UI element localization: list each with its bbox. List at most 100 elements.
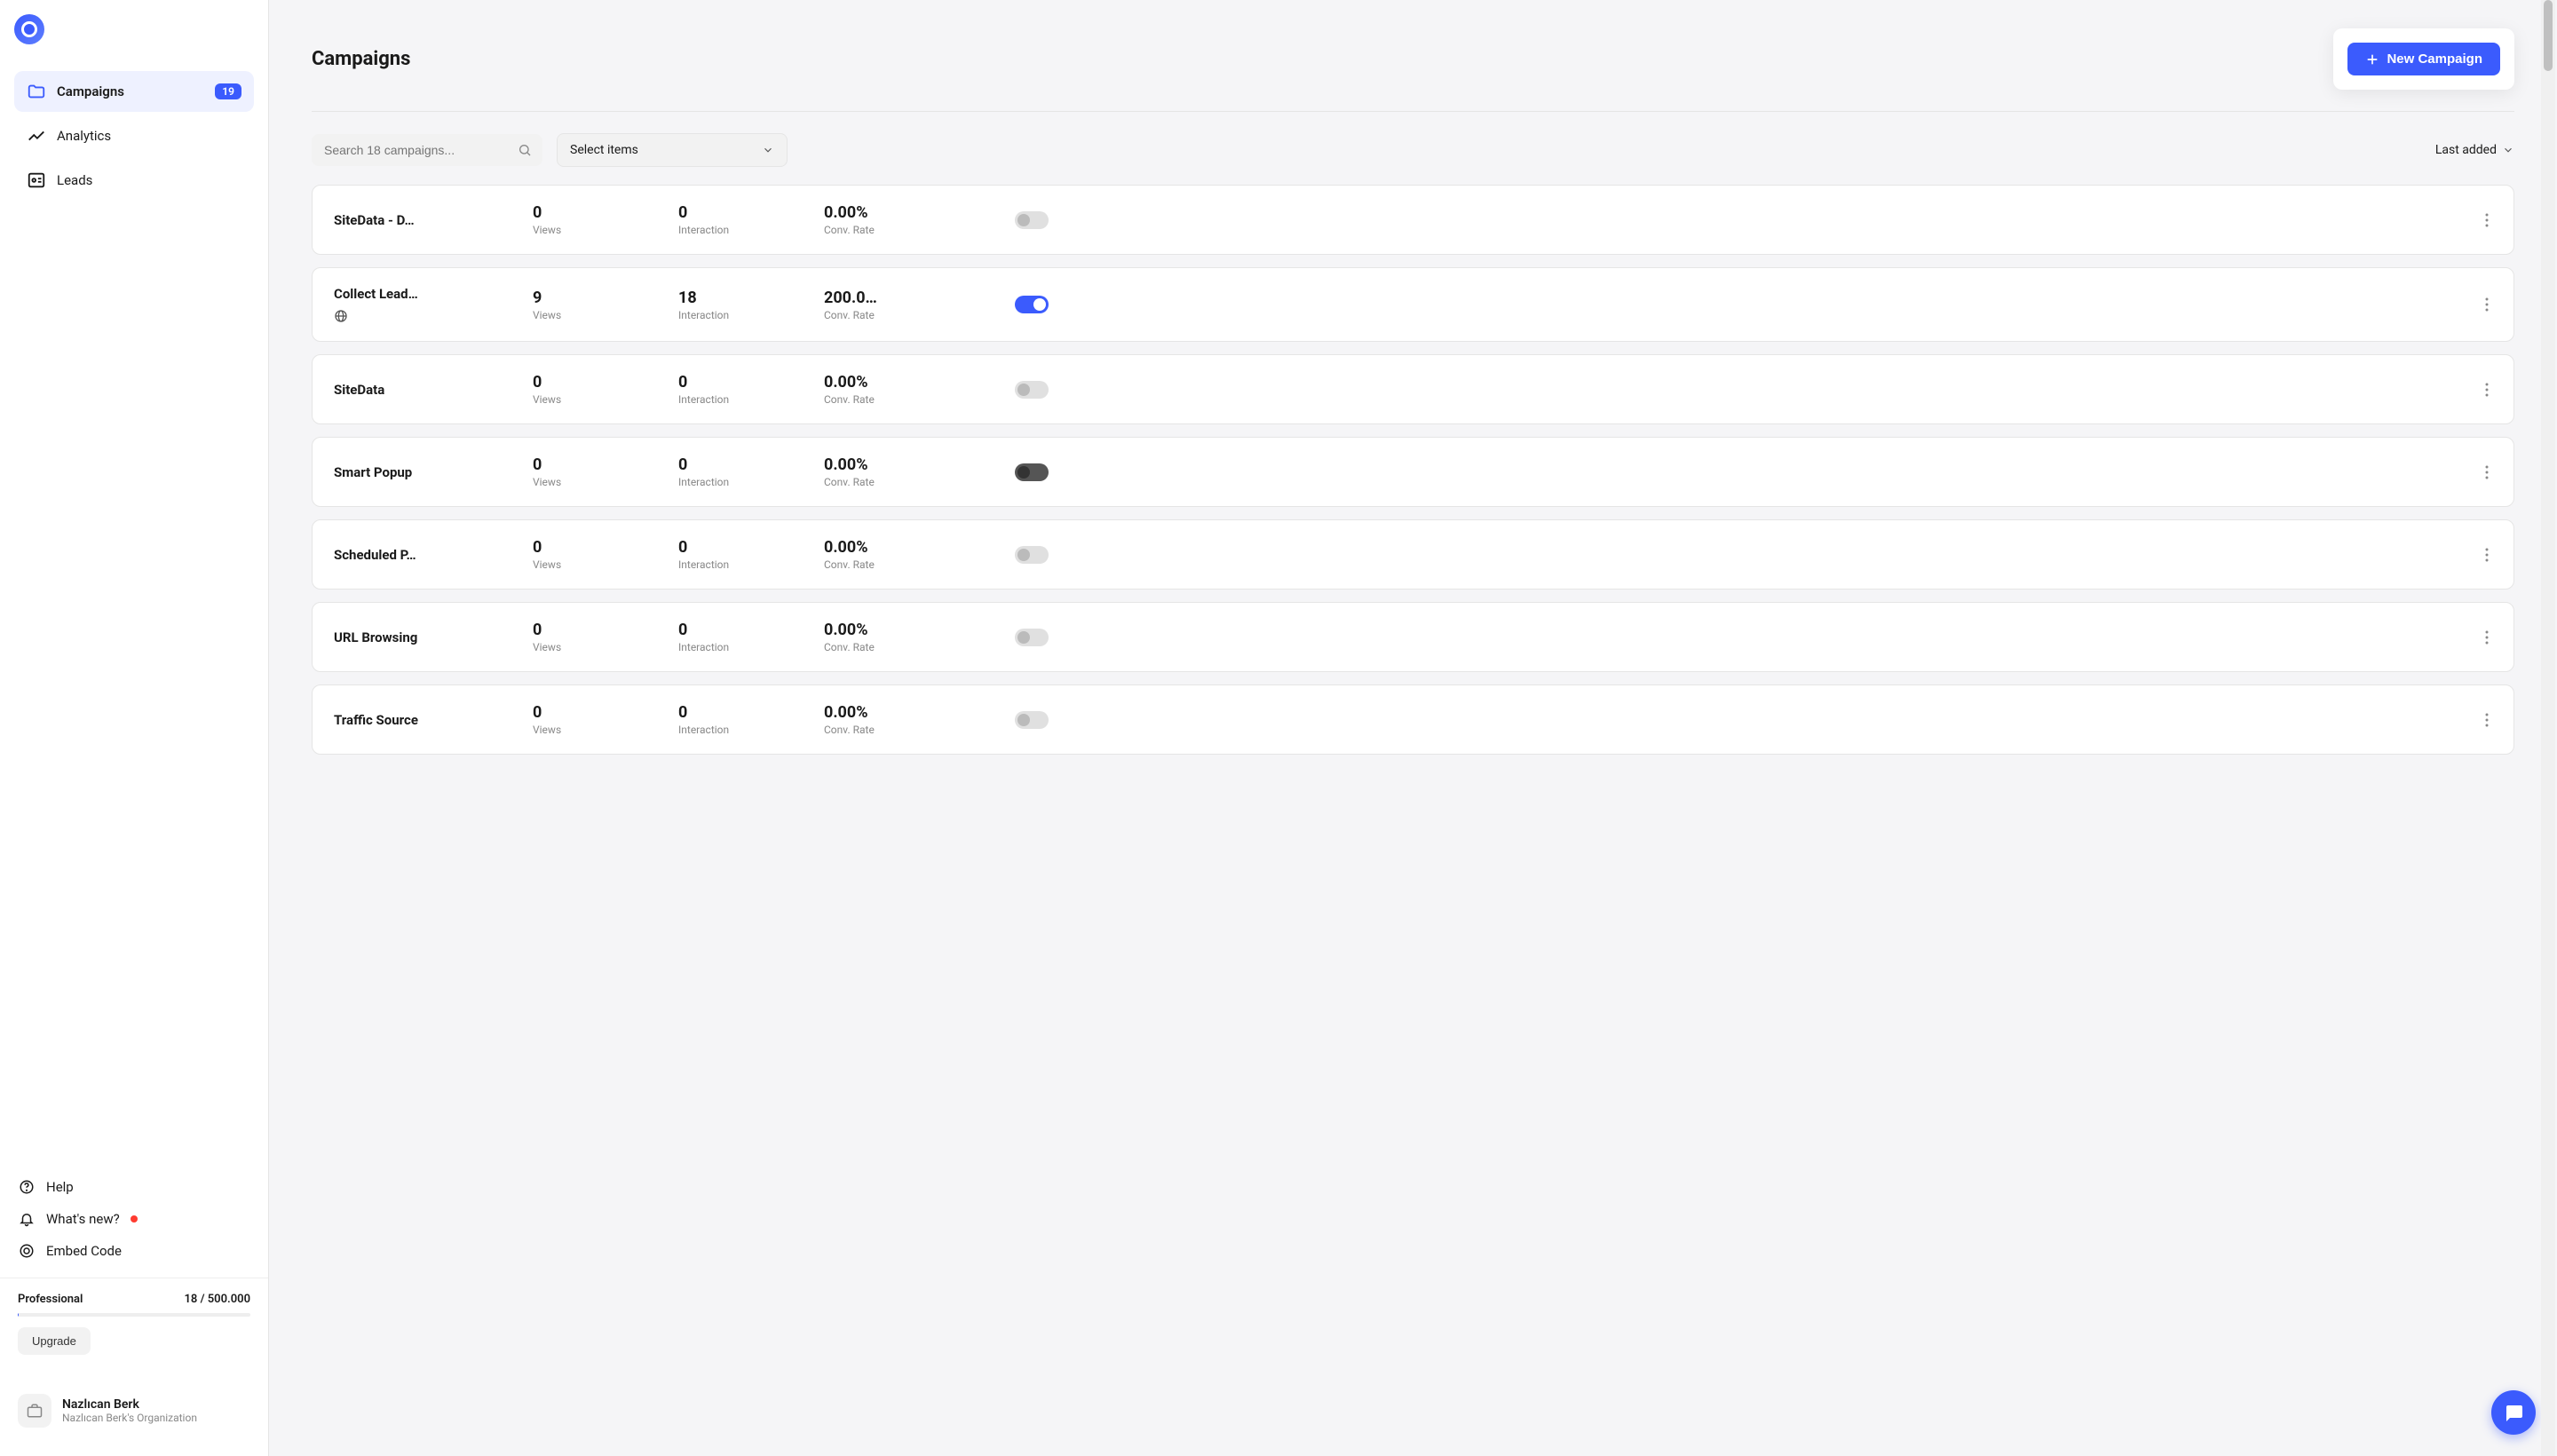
convrate-label: Conv. Rate [824,393,948,406]
campaign-toggle[interactable] [1015,546,1049,564]
campaign-toggle[interactable] [1015,629,1049,646]
campaign-row[interactable]: URL Browsing 0 Views 0 Interaction 0.00%… [312,602,2514,672]
stat-convrate: 0.00% Conv. Rate [824,203,948,236]
logo[interactable] [14,14,44,44]
campaign-toggle[interactable] [1015,211,1049,229]
scrollbar[interactable] [2541,0,2555,1456]
stat-convrate: 0.00% Conv. Rate [824,455,948,488]
views-label: Views [533,476,657,488]
target-icon [18,1242,36,1260]
more-actions-button[interactable] [2482,462,2492,483]
convrate-label: Conv. Rate [824,558,948,571]
search-wrap [312,134,542,166]
stat-convrate: 0.00% Conv. Rate [824,703,948,736]
campaign-toggle[interactable] [1015,381,1049,399]
nav-label: Leads [57,172,241,188]
scrollbar-thumb[interactable] [2544,0,2553,71]
more-actions-button[interactable] [2482,709,2492,731]
chat-fab[interactable] [2491,1390,2536,1435]
campaign-row[interactable]: Traffic Source 0 Views 0 Interaction 0.0… [312,684,2514,755]
sort-dropdown[interactable]: Last added [2435,143,2514,157]
campaign-toggle[interactable] [1015,296,1049,313]
nav-label: Analytics [57,128,241,144]
leads-icon [27,170,46,190]
search-input[interactable] [312,134,542,166]
app-root: Campaigns 19 Analytics Leads Help What's… [0,0,2557,1456]
campaign-row[interactable]: SiteData - D… 0 Views 0 Interaction 0.00… [312,185,2514,255]
upgrade-button[interactable]: Upgrade [18,1327,91,1355]
sidebar-item-analytics[interactable]: Analytics [14,115,254,156]
more-actions-button[interactable] [2482,294,2492,315]
stat-interaction: 0 Interaction [678,455,803,488]
campaign-toggle[interactable] [1015,463,1049,481]
notification-dot [131,1215,138,1223]
interaction-value: 0 [678,621,803,639]
bottom-label: Help [46,1179,74,1195]
select-items-dropdown[interactable]: Select items [557,133,788,167]
campaign-name: Scheduled P… [334,547,511,563]
campaign-row[interactable]: Collect Lead… 9 Views 18 Interaction 200… [312,267,2514,342]
campaign-name-col: SiteData [334,382,511,398]
bottom-item-what-s-new-[interactable]: What's new? [18,1203,250,1235]
toggle-col [970,546,1094,564]
more-actions-button[interactable] [2482,544,2492,566]
campaign-row[interactable]: Smart Popup 0 Views 0 Interaction 0.00% … [312,437,2514,507]
sidebar-item-leads[interactable]: Leads [14,160,254,201]
interaction-value: 0 [678,203,803,222]
convrate-label: Conv. Rate [824,641,948,653]
campaign-name-col: Collect Lead… [334,286,511,323]
convrate-value: 0.00% [824,455,948,474]
toggle-knob [1017,384,1030,396]
interaction-label: Interaction [678,224,803,236]
stat-convrate: 200.0… Conv. Rate [824,289,948,321]
new-campaign-button[interactable]: New Campaign [2347,43,2500,75]
dots-vertical-icon [2485,548,2489,562]
views-value: 0 [533,621,657,639]
campaign-name: Collect Lead… [334,286,511,302]
actions-col [2482,544,2492,566]
stat-views: 0 Views [533,373,657,406]
actions-col [2482,627,2492,648]
convrate-label: Conv. Rate [824,309,948,321]
views-label: Views [533,393,657,406]
sidebar-item-campaigns[interactable]: Campaigns 19 [14,71,254,112]
campaign-name-col: URL Browsing [334,629,511,645]
profile-section[interactable]: Nazlıcan Berk Nazlıcan Berk's Organizati… [0,1380,268,1442]
stat-interaction: 0 Interaction [678,703,803,736]
more-actions-button[interactable] [2482,210,2492,231]
dots-vertical-icon [2485,297,2489,312]
dots-vertical-icon [2485,213,2489,227]
help-icon [18,1178,36,1196]
chart-icon [27,126,46,146]
views-value: 0 [533,203,657,222]
nav-label: Campaigns [57,83,204,99]
convrate-value: 0.00% [824,621,948,639]
campaign-row[interactable]: SiteData 0 Views 0 Interaction 0.00% Con… [312,354,2514,424]
more-actions-button[interactable] [2482,627,2492,648]
chevron-down-icon [2502,144,2514,156]
toggle-col [970,381,1094,399]
campaign-name: SiteData [334,382,511,398]
more-actions-button[interactable] [2482,379,2492,400]
views-label: Views [533,641,657,653]
plan-row: Professional 18 / 500.000 [18,1293,250,1306]
views-value: 0 [533,538,657,557]
toggle-knob [1017,631,1030,644]
chat-icon [2503,1402,2524,1423]
bottom-nav: Help What's new? Embed Code [0,1171,268,1267]
convrate-label: Conv. Rate [824,224,948,236]
actions-col [2482,210,2492,231]
bottom-item-help[interactable]: Help [18,1171,250,1203]
toggle-col [970,211,1094,229]
interaction-label: Interaction [678,393,803,406]
stat-convrate: 0.00% Conv. Rate [824,538,948,571]
campaign-name-col: Traffic Source [334,712,511,728]
convrate-label: Conv. Rate [824,724,948,736]
campaign-toggle[interactable] [1015,711,1049,729]
dots-vertical-icon [2485,465,2489,479]
views-value: 0 [533,703,657,722]
interaction-label: Interaction [678,476,803,488]
plan-usage: 18 / 500.000 [184,1293,250,1306]
campaign-row[interactable]: Scheduled P… 0 Views 0 Interaction 0.00%… [312,519,2514,590]
bottom-item-embed-code[interactable]: Embed Code [18,1235,250,1267]
